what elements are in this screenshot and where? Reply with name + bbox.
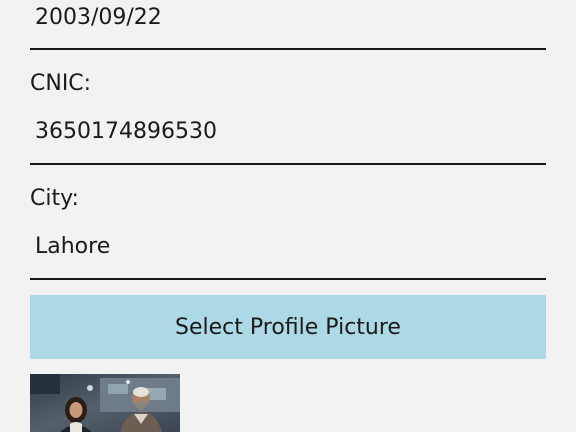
select-profile-picture-label: Select Profile Picture (175, 314, 401, 340)
registration-form-screen: 2003/09/22 CNIC: 3650174896530 City: Lah… (0, 0, 576, 432)
profile-photo-thumbnail-icon (30, 374, 180, 432)
city-field[interactable]: Lahore (35, 233, 110, 261)
profile-picture-thumbnail (30, 374, 180, 432)
city-underline (30, 278, 546, 280)
cnic-underline (30, 163, 546, 165)
city-label: City: (30, 186, 79, 211)
select-profile-picture-button[interactable]: Select Profile Picture (30, 295, 546, 359)
dob-field[interactable]: 2003/09/22 (35, 4, 162, 32)
cnic-label: CNIC: (30, 71, 92, 96)
cnic-field[interactable]: 3650174896530 (35, 118, 217, 146)
dob-underline (30, 48, 546, 50)
